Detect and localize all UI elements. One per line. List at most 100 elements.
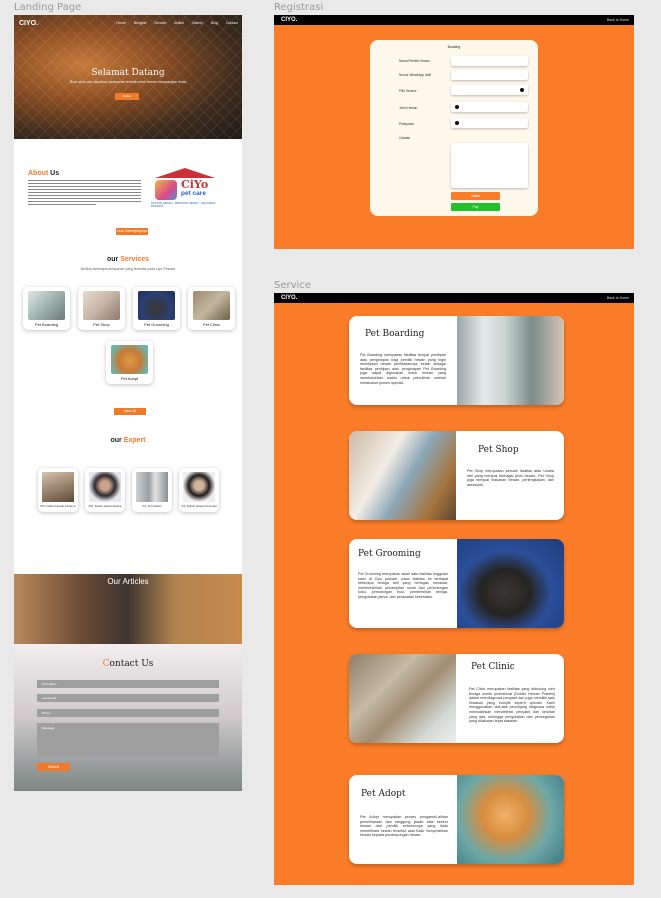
expert-card[interactable]: Drh. Dokter Hewan Kedua <box>85 468 125 512</box>
expert-name: Drh. Dokter Hewan Kedua <box>88 504 122 508</box>
hero-daftar-button[interactable]: Daftar <box>115 93 139 100</box>
animal-type-label: Jenis Hewan <box>399 106 418 110</box>
expert-name: Drh. Dokter Hewan Pertama <box>40 504 76 508</box>
service-type-input[interactable] <box>451 118 528 128</box>
service-card-label: Pet Adopt <box>120 376 139 381</box>
service-logo[interactable]: CIYO. <box>281 295 297 301</box>
registrasi-logo[interactable]: CIYO. <box>281 17 297 23</box>
logo-petcare: pet care <box>181 190 206 197</box>
frame-label-landing: Landing Page <box>14 2 82 13</box>
chevron-down-icon <box>520 88 524 92</box>
expert-photo <box>136 472 168 502</box>
contact-phone-input[interactable]: Phone <box>37 709 219 717</box>
hero-subtitle: Buat akun dan dapatkan pelayanan terbaik… <box>69 80 187 84</box>
service-description: Pet Clinic merupakan fasilitas yang didu… <box>469 687 555 724</box>
whatsapp-input[interactable] <box>451 70 528 80</box>
service-card-label: Pet Clinic <box>203 322 220 327</box>
service-title: Pet Boarding <box>365 329 425 339</box>
service-description: Pet Adopt merupakan proses pengambil-ali… <box>360 815 448 838</box>
contact-email-input[interactable]: Last Email <box>37 694 219 702</box>
service-card-pet-adopt: Pet Adopt Pet Adopt merupakan proses pen… <box>349 775 564 864</box>
cancel-button[interactable]: Batal <box>451 192 500 200</box>
radio-icon[interactable] <box>455 105 459 109</box>
expert-title: our Expert <box>110 437 146 444</box>
registrasi-topbar: CIYO. Back to Home <box>274 15 634 25</box>
contact-message-input[interactable]: Message <box>37 723 219 757</box>
contact-first-name-input[interactable]: First Name <box>37 680 219 688</box>
expert-card[interactable]: Drs. Drh Dokter <box>132 468 172 512</box>
expert-name: Drs. Drh Dokter <box>142 504 162 508</box>
booking-form-title: Booking <box>447 45 461 49</box>
services-title: our Services <box>106 256 150 263</box>
service-card-grooming[interactable]: Pet Grooming <box>133 287 180 330</box>
about-title-b: Us <box>50 170 60 177</box>
pet-grooming-image <box>457 539 564 628</box>
expert-card[interactable]: drh. Dokter Hewan Keempat <box>179 468 219 512</box>
pay-button[interactable]: Pay <box>451 203 500 211</box>
service-card-label: Pet Grooming <box>144 322 169 327</box>
contact-submit-button[interactable]: Submit <box>37 763 70 771</box>
expert-card[interactable]: Drh. Dokter Hewan Pertama <box>38 468 78 512</box>
service-card-pet-grooming: Pet Grooming Pet Grooming merupakan sala… <box>349 539 564 628</box>
frame-label-service: Service <box>274 280 311 291</box>
landing-page-frame: CIYO. Home Bengkel Service Artikel Galle… <box>14 15 242 791</box>
notes-label: Catatan <box>399 136 411 140</box>
expert-name: drh. Dokter Hewan Keempat <box>181 504 217 508</box>
about-more-button[interactable]: Lihat Selengkapnya <box>116 228 148 235</box>
about-paragraph-1 <box>28 180 141 198</box>
services-view-button[interactable]: View All <box>114 408 146 415</box>
shop-image <box>83 291 120 320</box>
nav-contact[interactable]: Contact <box>226 21 238 25</box>
radio-icon[interactable] <box>455 121 459 125</box>
service-card-boarding[interactable]: Pet Boarding <box>23 287 70 330</box>
booking-form-card: Booking Nama Pemilik Hewan Nomor WhatsAp… <box>370 40 538 216</box>
service-card-pet-shop: Pet Shop Pet Shop merupakan sebuah fasil… <box>349 431 564 520</box>
pet-adopt-image <box>457 775 564 864</box>
about-title: About Us <box>28 170 59 177</box>
articles-title: Our Articles <box>107 577 149 586</box>
ciyo-petcare-logo: CiYo pet care DOCTOR HEWAN · PENITIPAN H… <box>151 168 223 208</box>
nav-gallery[interactable]: Gallery <box>192 21 203 25</box>
owner-name-input[interactable] <box>451 56 528 66</box>
nav-artikel[interactable]: Artikel <box>174 21 184 25</box>
service-card-pet-clinic: Pet Clinic Pet Clinic merupakan fasilita… <box>349 654 564 743</box>
about-paragraph-2 <box>28 198 141 207</box>
service-description: Pet Boarding merupakan fasilitas tempat … <box>360 353 446 385</box>
service-card-label: Pet Shop <box>93 322 110 327</box>
landing-logo[interactable]: CIYO. <box>19 20 38 27</box>
nav-service[interactable]: Service <box>154 21 166 25</box>
contact-title: Contact Us <box>102 659 154 669</box>
service-select[interactable] <box>451 85 528 95</box>
back-to-home-link[interactable]: Back to Home <box>607 18 629 22</box>
service-card-shop[interactable]: Pet Shop <box>78 287 125 330</box>
service-card-adopt[interactable]: Pet Adopt <box>106 341 153 384</box>
pet-clinic-image <box>349 654 456 743</box>
animal-type-input[interactable] <box>451 102 528 112</box>
nav-bengkel[interactable]: Bengkel <box>134 21 147 25</box>
about-title-a: About <box>28 170 49 177</box>
notes-textarea[interactable] <box>451 143 528 188</box>
nav-blog[interactable]: Blog <box>211 21 218 25</box>
boarding-image <box>28 291 65 320</box>
service-description: Pet Shop merupakan sebuah fasilitas atau… <box>467 469 554 487</box>
pet-boarding-image <box>457 316 564 405</box>
owner-name-label: Nama Pemilik Hewan <box>399 59 430 63</box>
service-type-label: Pelayanan <box>399 122 415 126</box>
frame-label-registrasi: Registrasi <box>274 2 324 13</box>
expert-photo <box>89 472 121 502</box>
grooming-image <box>138 291 175 320</box>
clinic-image <box>193 291 230 320</box>
service-description: Pet Grooming merupakan salah satu fasili… <box>358 572 448 599</box>
back-to-home-link[interactable]: Back to Home <box>607 296 629 300</box>
service-title: Pet Adopt <box>361 789 406 799</box>
landing-nav: Home Bengkel Service Artikel Gallery Blo… <box>116 21 238 25</box>
nav-home[interactable]: Home <box>116 21 125 25</box>
service-select-label: Pilih Service <box>399 89 417 93</box>
hero-title: Selamat Datang <box>91 68 165 78</box>
service-card-clinic[interactable]: Pet Clinic <box>188 287 235 330</box>
service-card-pet-boarding: Pet Boarding Pet Boarding merupakan fasi… <box>349 316 564 405</box>
whatsapp-label: Nomor WhatsApp Aktif <box>399 73 432 77</box>
pet-shop-image <box>349 431 456 520</box>
adopt-image <box>111 345 148 374</box>
registrasi-frame: CIYO. Back to Home Booking Nama Pemilik … <box>274 15 634 249</box>
